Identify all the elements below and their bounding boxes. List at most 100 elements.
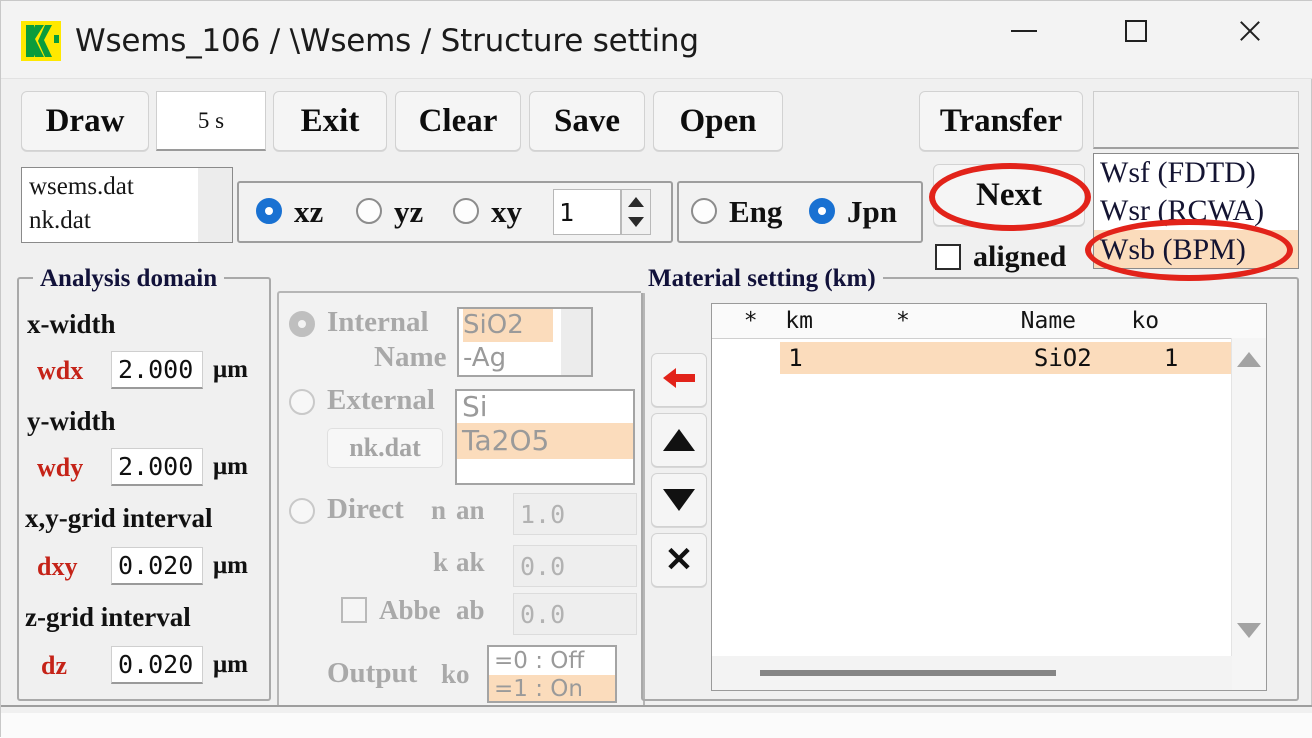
internal-name-listbox[interactable]: SiO2 -Ag [457,307,593,377]
direct-n-label: n [431,495,447,525]
material-table[interactable]: * km * Name ko an 1 SiO2 1 1.0 [711,303,1267,691]
direct-label: Direct [327,493,404,525]
external-label: External [327,384,435,416]
list-item-off[interactable]: =0 : Off [494,647,615,675]
list-item-ta2o5[interactable]: Ta2O5 [457,423,633,459]
maximize-icon [1125,20,1147,42]
wdy-key-label: wdy [37,453,84,482]
radio-xy-label: xy [491,194,522,229]
plane-index-spinner[interactable] [621,189,651,235]
radio-yz[interactable] [356,198,382,224]
direct-k-label: k [433,547,449,577]
y-width-label: y-width [27,406,116,436]
spinner-up-icon[interactable] [628,197,644,207]
radio-eng[interactable] [691,198,717,224]
radio-xy[interactable] [453,198,479,224]
draw-button[interactable]: Draw [21,91,149,151]
minimize-icon [1011,30,1037,32]
wdx-unit-label: μm [213,356,248,383]
list-item-wsb[interactable]: Wsb (BPM) [1094,230,1298,268]
list-item-sio2[interactable]: SiO2 [463,309,553,342]
radio-yz-label: yz [394,194,424,229]
table-vertical-scrollbar[interactable] [1231,338,1266,690]
direct-n-input[interactable]: 1.0 [513,493,637,535]
minimize-button[interactable] [989,1,1059,61]
table-header: * km * Name ko an [712,304,1266,339]
dz-input[interactable]: 0.020 [111,646,203,684]
dxy-input[interactable]: 0.020 [111,547,203,585]
table-row[interactable]: 1 SiO2 1 1.0 [712,340,1266,376]
wdy-unit-label: μm [213,453,248,480]
radio-jpn[interactable] [809,198,835,224]
x-width-label: x-width [27,309,116,339]
list-item-on[interactable]: =1 : On [489,675,615,701]
output-key: ko [441,659,470,689]
xy-grid-interval-label: x,y-grid interval [25,503,213,533]
app-window: Wsems_106 / \Wsems / Structure setting D… [0,0,1312,738]
dxy-key-label: dxy [37,552,78,581]
scroll-up-icon[interactable] [1237,352,1261,367]
list-item-si[interactable]: Si [462,391,632,423]
aligned-checkbox[interactable] [935,244,961,270]
exit-button[interactable]: Exit [273,91,387,151]
output-ko-listbox[interactable]: =0 : Off =1 : On [487,645,617,703]
internal-label: Internal [327,306,429,338]
window-bottom-strip [1,713,1312,738]
next-button[interactable]: Next [933,164,1085,226]
title-bar: Wsems_106 / \Wsems / Structure setting [1,1,1312,79]
list-item-wsr[interactable]: Wsr (RCWA) [1100,192,1298,230]
close-icon [1237,18,1263,44]
internal-listbox-scrollbar[interactable] [561,309,591,375]
radio-xz[interactable] [256,198,282,224]
transfer-button[interactable]: Transfer [919,91,1083,151]
radio-xz-label: xz [294,194,324,229]
module-listbox[interactable]: Wsf (FDTD) Wsr (RCWA) Wsb (BPM) [1093,153,1299,269]
save-button[interactable]: Save [529,91,645,151]
dxy-unit-label: μm [213,552,248,579]
internal-name-sublabel: Name [374,341,447,373]
clear-button[interactable]: Clear [395,91,521,151]
dz-key-label: dz [41,651,67,680]
radio-external[interactable] [289,389,315,415]
wdx-input[interactable]: 2.000 [111,351,203,389]
radio-eng-label: Eng [729,194,783,229]
radio-internal[interactable] [289,311,315,337]
window-title: Wsems_106 / \Wsems / Structure setting [75,23,699,59]
direct-n-key: an [456,495,485,525]
aligned-label: aligned [973,240,1067,273]
direct-k-input[interactable]: 0.0 [513,545,637,587]
abbe-label: Abbe [379,595,441,625]
direct-k-key: ak [456,547,485,577]
spinner-down-icon[interactable] [628,217,644,227]
abbe-key: ab [456,595,485,625]
list-item[interactable]: wsems.dat [29,170,134,204]
wdx-key-label: wdx [37,356,84,385]
list-item-wsf[interactable]: Wsf (FDTD) [1100,154,1298,192]
output-label: Output [327,657,418,689]
timer-field[interactable]: 5 s [156,91,266,151]
open-button[interactable]: Open [653,91,783,151]
wsems-logo-icon [21,21,61,61]
scroll-down-icon[interactable] [1237,623,1261,638]
analysis-domain-group [17,277,271,701]
wdy-input[interactable]: 2.000 [111,448,203,486]
abbe-input[interactable]: 0.0 [513,593,637,635]
nkdat-button[interactable]: nk.dat [327,428,443,468]
maximize-button[interactable] [1101,1,1171,61]
abbe-checkbox[interactable] [341,597,367,623]
external-name-listbox[interactable]: Si Ta2O5 [455,389,635,485]
analysis-domain-title: Analysis domain [33,265,225,293]
scroll-thumb[interactable] [760,670,1056,676]
transfer-value-field[interactable] [1093,91,1299,149]
table-horizontal-scrollbar[interactable] [712,656,1232,690]
plane-index-input[interactable]: 1 [553,189,621,235]
list-item-ag[interactable]: -Ag [463,342,553,375]
dz-unit-label: μm [213,651,248,678]
close-button[interactable] [1215,1,1285,61]
list-item[interactable]: nk.dat [29,204,91,238]
z-grid-interval-label: z-grid interval [25,602,191,632]
radio-direct[interactable] [289,498,315,524]
file-listbox-scrollbar[interactable] [198,168,232,242]
file-listbox[interactable]: wsems.dat nk.dat [21,167,233,243]
radio-jpn-label: Jpn [847,194,897,229]
